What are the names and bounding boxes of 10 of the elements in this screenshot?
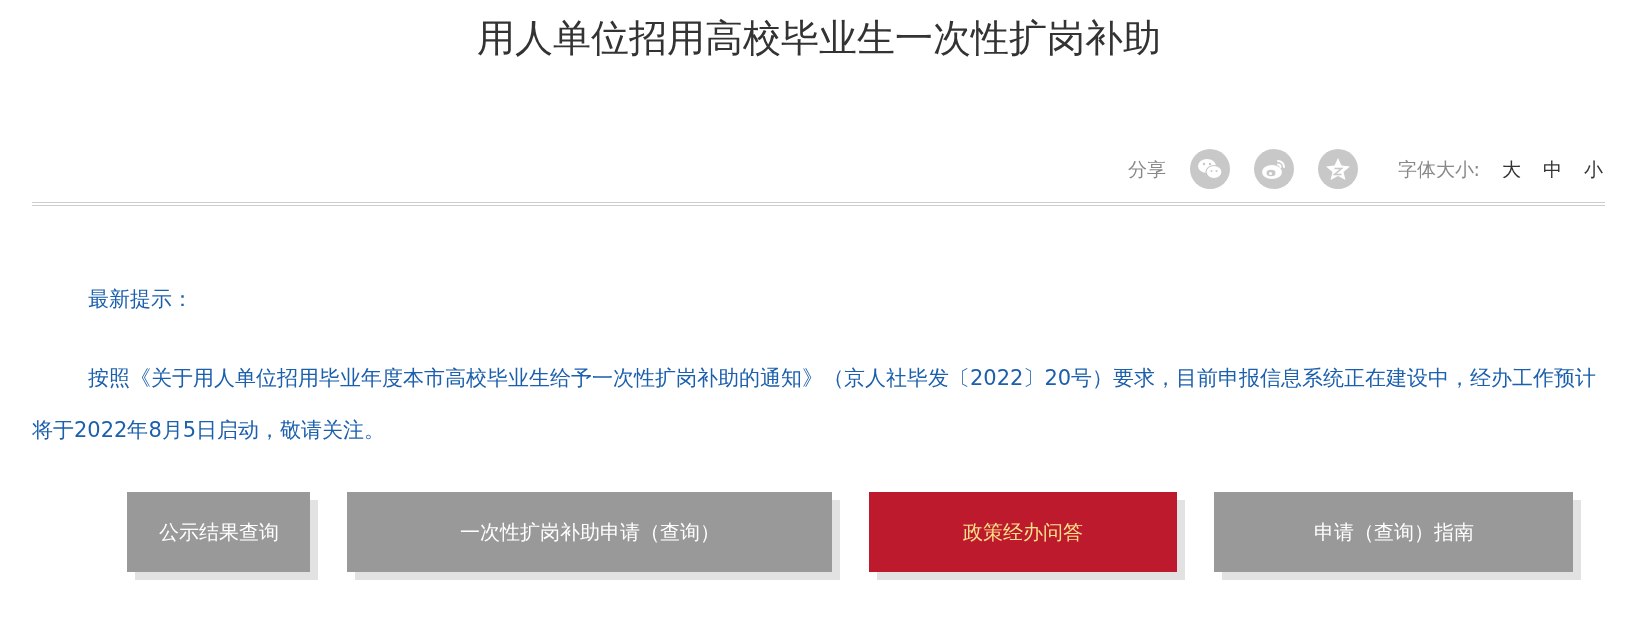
font-size-label: 字体大小: (1397, 157, 1480, 183)
font-size-option[interactable]: 大 (1502, 155, 1521, 184)
page-title: 用人单位招用高校毕业生一次性扩岗补助 (475, 15, 1162, 62)
notice-heading: 最新提示： (88, 286, 194, 314)
weibo-icon[interactable] (1253, 149, 1294, 190)
font-size-option[interactable]: 小 (1584, 155, 1603, 184)
share-label: 分享 (1127, 157, 1166, 183)
notice-text: 按照《关于用人单位招用毕业年度本市高校毕业生给予一次性扩岗补助的通知》（京人社毕发〔2022〕20号）要求，目前申报信息系统正在建设中，经办工作预计将于2022年8月5日启动，敬请关注。 (32, 364, 1598, 444)
font-size-option[interactable]: 中 (1543, 155, 1562, 184)
wechat-icon[interactable] (1189, 149, 1230, 190)
